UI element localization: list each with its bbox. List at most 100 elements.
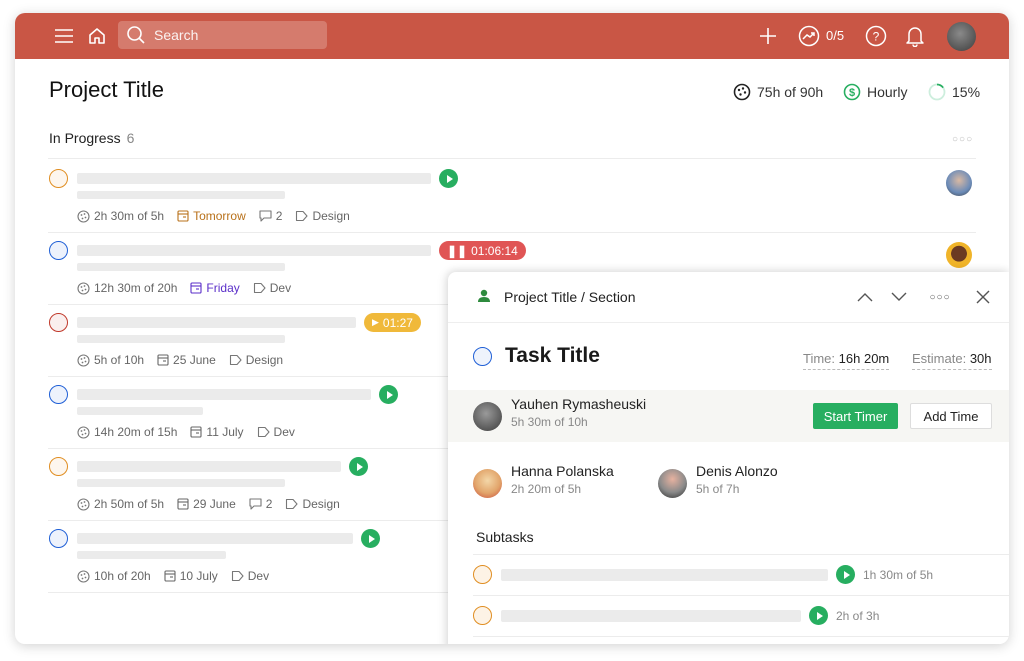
tag-icon bbox=[285, 498, 298, 510]
close-icon[interactable] bbox=[972, 286, 994, 308]
tag-label: Dev bbox=[270, 281, 291, 295]
goal-count[interactable]: 0/5 bbox=[826, 28, 844, 43]
tag[interactable]: Dev bbox=[257, 425, 295, 439]
time-value: 16h 20m bbox=[839, 351, 890, 366]
chevron-down-icon[interactable] bbox=[888, 286, 910, 308]
play-timer-button[interactable] bbox=[809, 606, 828, 625]
panel-breadcrumb[interactable]: Project Title / Section bbox=[504, 289, 636, 305]
task-title-placeholder[interactable] bbox=[77, 389, 371, 400]
time-label: Time: bbox=[803, 351, 835, 366]
task-status-checkbox[interactable] bbox=[49, 169, 68, 188]
divider bbox=[48, 158, 976, 159]
search-box[interactable] bbox=[118, 21, 327, 49]
task-row[interactable]: 2h 30m of 5h Tomorrow 2 Design bbox=[48, 161, 976, 233]
task-status-checkbox[interactable] bbox=[49, 241, 68, 260]
running-timer-pill[interactable]: ❚❚01:06:14 bbox=[439, 241, 526, 260]
assignee-name: Denis Alonzo bbox=[696, 463, 778, 479]
play-timer-button[interactable] bbox=[836, 565, 855, 584]
subtask-title-placeholder[interactable] bbox=[501, 569, 828, 581]
pause-icon: ❚❚ bbox=[447, 244, 467, 258]
play-timer-button[interactable] bbox=[439, 169, 458, 188]
home-icon[interactable] bbox=[85, 24, 109, 48]
assignee-avatar[interactable] bbox=[946, 242, 972, 268]
calendar-icon bbox=[190, 282, 202, 294]
user-avatar[interactable] bbox=[947, 22, 976, 51]
tag[interactable]: Dev bbox=[253, 281, 291, 295]
task-subtitle-placeholder bbox=[77, 335, 285, 343]
time-spent[interactable]: Time: 16h 20m bbox=[803, 351, 889, 370]
svg-text:?: ? bbox=[873, 30, 880, 44]
comment-count: 2 bbox=[266, 497, 273, 511]
time-icon bbox=[77, 426, 90, 439]
start-timer-button[interactable]: Start Timer bbox=[813, 403, 898, 429]
task-meta: 14h 20m of 15h 11 July Dev bbox=[77, 425, 308, 439]
tag[interactable]: Design bbox=[295, 209, 349, 223]
due-date[interactable]: 29 June bbox=[177, 497, 236, 511]
section-more-icon[interactable]: ○○○ bbox=[952, 134, 973, 145]
play-timer-button[interactable] bbox=[361, 529, 380, 548]
time-icon bbox=[733, 83, 751, 101]
section-name: In Progress bbox=[49, 130, 121, 146]
subtask-checkbox[interactable] bbox=[473, 565, 492, 584]
task-title-placeholder[interactable] bbox=[77, 245, 431, 256]
section-header[interactable]: In Progress 6 bbox=[49, 130, 134, 146]
plus-icon[interactable] bbox=[756, 24, 780, 48]
progress-ring-icon bbox=[928, 83, 946, 101]
due-date-value: Tomorrow bbox=[193, 209, 246, 223]
subtask-checkbox[interactable] bbox=[473, 606, 492, 625]
task-status-checkbox[interactable] bbox=[473, 347, 492, 366]
section-count: 6 bbox=[127, 130, 135, 146]
play-timer-button[interactable] bbox=[379, 385, 398, 404]
estimate-label: Estimate: bbox=[912, 351, 966, 366]
menu-icon[interactable] bbox=[52, 24, 76, 48]
current-assignee-row: Yauhen Rymasheuski 5h 30m of 10h Start T… bbox=[448, 390, 1009, 442]
divider bbox=[473, 554, 1009, 555]
task-title-placeholder[interactable] bbox=[77, 173, 431, 184]
tag[interactable]: Design bbox=[229, 353, 283, 367]
assignee-time: 5h of 7h bbox=[696, 482, 739, 496]
task-title-placeholder[interactable] bbox=[77, 317, 356, 328]
play-timer-button[interactable] bbox=[349, 457, 368, 476]
search-input[interactable] bbox=[154, 27, 314, 43]
due-date[interactable]: 10 July bbox=[164, 569, 218, 583]
due-date[interactable]: 25 June bbox=[157, 353, 216, 367]
task-status-checkbox[interactable] bbox=[49, 457, 68, 476]
time-tracked: 10h of 20h bbox=[77, 569, 151, 583]
comments[interactable]: 2 bbox=[249, 497, 273, 511]
tag-label: Design bbox=[312, 209, 349, 223]
task-status-checkbox[interactable] bbox=[49, 313, 68, 332]
divider bbox=[473, 636, 1009, 637]
trend-icon[interactable] bbox=[797, 24, 821, 48]
task-title-placeholder[interactable] bbox=[77, 533, 353, 544]
progress-value: 15% bbox=[952, 84, 980, 100]
assignee-avatar[interactable] bbox=[946, 170, 972, 196]
chevron-up-icon[interactable] bbox=[854, 286, 876, 308]
app-window: 0/5 ? Project Title 75h of 90h $ Hourly … bbox=[15, 13, 1009, 644]
tag[interactable]: Design bbox=[285, 497, 339, 511]
task-subtitle-placeholder bbox=[77, 263, 285, 271]
task-status-checkbox[interactable] bbox=[49, 385, 68, 404]
paused-timer-pill[interactable]: ▶01:27 bbox=[364, 313, 421, 332]
subtask-title-placeholder[interactable] bbox=[501, 610, 801, 622]
add-time-button[interactable]: Add Time bbox=[910, 403, 992, 429]
task-subtitle-placeholder bbox=[77, 407, 203, 415]
tag[interactable]: Dev bbox=[231, 569, 269, 583]
time-tracked: 5h of 10h bbox=[77, 353, 144, 367]
task-meta: 12h 30m of 20h Friday Dev bbox=[77, 281, 304, 295]
help-icon[interactable]: ? bbox=[864, 24, 888, 48]
estimate[interactable]: Estimate: 30h bbox=[912, 351, 992, 370]
bell-icon[interactable] bbox=[903, 24, 927, 48]
task-status-checkbox[interactable] bbox=[49, 529, 68, 548]
due-date[interactable]: Tomorrow bbox=[177, 209, 246, 223]
time-tracked: 14h 20m of 15h bbox=[77, 425, 177, 439]
time-tracked: 12h 30m of 20h bbox=[77, 281, 177, 295]
task-title-placeholder[interactable] bbox=[77, 461, 341, 472]
due-date[interactable]: 11 July bbox=[190, 425, 243, 439]
more-options-icon[interactable]: ○○○ bbox=[929, 286, 951, 308]
calendar-icon bbox=[157, 354, 169, 366]
due-date[interactable]: Friday bbox=[190, 281, 239, 295]
avatar bbox=[473, 469, 502, 498]
comments[interactable]: 2 bbox=[259, 209, 283, 223]
time-tracked-value: 2h 30m of 5h bbox=[94, 209, 164, 223]
task-title[interactable]: Task Title bbox=[505, 344, 600, 368]
